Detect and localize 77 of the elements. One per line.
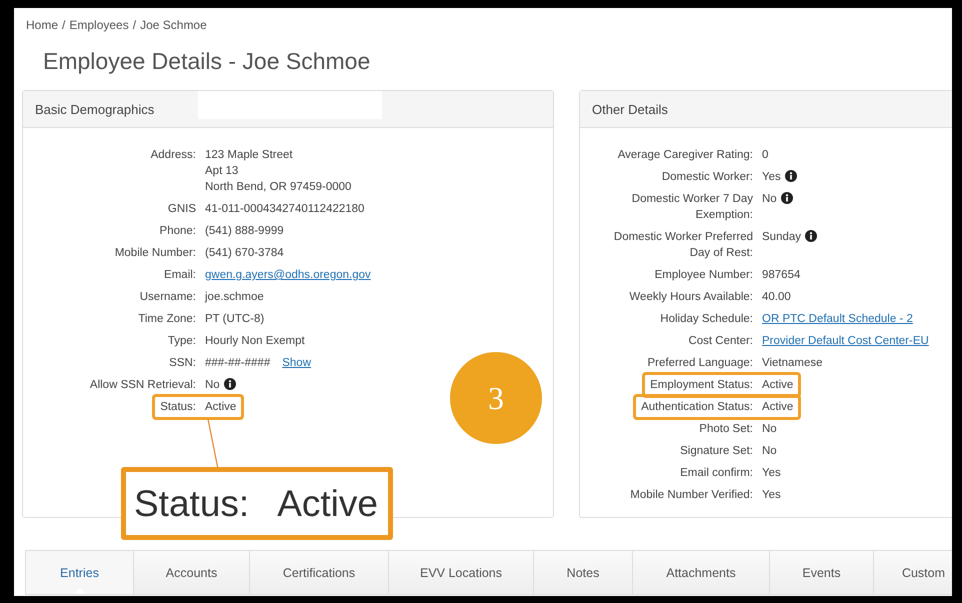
field-label: Domestic Worker 7 Day Exemption: bbox=[632, 193, 753, 221]
field-value: ###-##-#### bbox=[205, 356, 270, 371]
field-label: Username: bbox=[140, 291, 196, 303]
field-label: Holiday Schedule: bbox=[660, 313, 753, 325]
field-value: No bbox=[205, 378, 220, 393]
field-value: 41-011-0004342740112422180 bbox=[205, 202, 364, 217]
field-value: Active bbox=[205, 400, 236, 415]
field-value: Apt 13 bbox=[205, 164, 240, 179]
breadcrumb-link[interactable]: Employees bbox=[69, 18, 129, 32]
tab[interactable]: Certifications bbox=[250, 551, 389, 594]
tab[interactable]: EVV Locations bbox=[389, 551, 534, 594]
field-value: Active bbox=[762, 400, 794, 415]
tab[interactable]: Attachments bbox=[633, 551, 770, 594]
panel-title: Other Details bbox=[592, 102, 668, 116]
field-label: Weekly Hours Available: bbox=[629, 291, 753, 303]
field-value: Yes bbox=[762, 466, 781, 481]
field-value: Yes bbox=[762, 170, 781, 185]
field-link[interactable]: gwen.g.ayers@odhs.oregon.gov bbox=[205, 267, 371, 283]
field-label: Mobile Number Verified: bbox=[630, 489, 753, 501]
field-value: North Bend, OR 97459-0000 bbox=[205, 180, 352, 195]
field-label: Email: bbox=[164, 269, 196, 281]
breadcrumb-separator: / bbox=[62, 18, 66, 32]
field-value: PT (UTC-8) bbox=[205, 312, 264, 327]
tab[interactable]: Notes bbox=[534, 551, 633, 594]
info-icon[interactable] bbox=[780, 192, 793, 204]
field-value: Sunday bbox=[762, 230, 802, 245]
breadcrumb-separator: / bbox=[132, 18, 136, 32]
page-title: Employee Details - Joe Schmoe bbox=[43, 47, 372, 76]
field-label: Preferred Language: bbox=[648, 357, 753, 369]
callout-value: Active bbox=[277, 482, 378, 524]
field-label: Domestic Worker: bbox=[662, 171, 753, 183]
field-label: GNIS bbox=[168, 203, 196, 215]
tab[interactable]: Custom bbox=[874, 551, 952, 594]
field-label: Signature Set: bbox=[680, 445, 753, 457]
field-label: Domestic Worker Preferred Day of Rest: bbox=[614, 231, 753, 259]
field-value: Hourly Non Exempt bbox=[205, 334, 305, 349]
panel-title: Basic Demographics bbox=[35, 102, 154, 116]
step-badge: 3 bbox=[450, 352, 542, 444]
field-label: Cost Center: bbox=[688, 335, 753, 347]
field-value: No bbox=[762, 192, 777, 207]
field-label: Authentication Status: bbox=[641, 401, 753, 413]
field-label: Status: bbox=[160, 401, 196, 413]
field-label: Mobile Number: bbox=[114, 247, 196, 259]
field-value: 123 Maple Street bbox=[205, 148, 294, 163]
field-label: SSN: bbox=[169, 357, 196, 369]
field-value: Active bbox=[762, 378, 794, 393]
field-label: Average Caregiver Rating: bbox=[618, 149, 753, 161]
field-value: No bbox=[762, 444, 777, 459]
field-label: Address: bbox=[150, 149, 196, 161]
field-label: Employment Status: bbox=[650, 379, 753, 391]
field-value: (541) 670-3784 bbox=[205, 246, 284, 261]
field-label: Email confirm: bbox=[680, 467, 753, 479]
field-value: 0 bbox=[762, 148, 768, 163]
field-label: Employee Number: bbox=[654, 269, 753, 281]
breadcrumb-link[interactable]: Home bbox=[26, 18, 58, 32]
field-label: Type: bbox=[168, 335, 196, 347]
field-value: (541) 888-9999 bbox=[205, 224, 284, 239]
field-label: Allow SSN Retrieval: bbox=[90, 379, 196, 391]
field-value: joe.schmoe bbox=[205, 290, 264, 305]
field-value: 40.00 bbox=[762, 290, 791, 305]
field-value: 987654 bbox=[762, 268, 800, 283]
field-label: Time Zone: bbox=[138, 313, 196, 325]
info-icon[interactable] bbox=[224, 378, 236, 390]
field-label: Phone: bbox=[160, 225, 196, 237]
tab[interactable]: Events bbox=[770, 551, 874, 594]
callout-label: Status: bbox=[134, 482, 250, 524]
info-icon[interactable] bbox=[784, 170, 797, 182]
leader-line bbox=[207, 419, 219, 469]
field-label: Photo Set: bbox=[699, 423, 753, 435]
info-icon[interactable] bbox=[805, 230, 818, 242]
field-link[interactable]: Provider Default Cost Center-EU bbox=[762, 333, 929, 349]
field-value: Vietnamese bbox=[762, 356, 823, 371]
show-link[interactable]: Show bbox=[282, 355, 312, 371]
tab[interactable]: Accounts bbox=[134, 551, 250, 594]
field-value: No bbox=[762, 422, 777, 437]
field-link[interactable]: OR PTC Default Schedule - 2 bbox=[762, 311, 913, 327]
field-value: Yes bbox=[762, 488, 781, 503]
